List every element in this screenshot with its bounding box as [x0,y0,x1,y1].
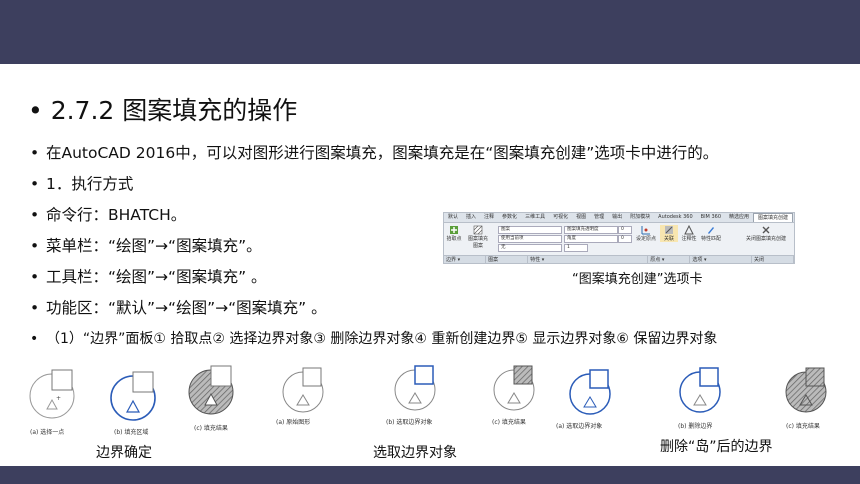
figure-remove-boundary: (b) 删除边界 [678,367,721,430]
figure-fill-result: (c) 填充结果 [188,365,234,432]
figure-caption: (b) 填充区域 [114,428,148,436]
figure-caption: (b) 删除边界 [678,422,712,430]
figure-caption: (c) 填充结果 [492,418,526,426]
figure-caption: (a) 选取边界对象 [556,422,602,430]
figure-caption: (a) 选择一点 [30,428,64,436]
caption-select-boundary: 选取边界对象 [373,445,457,461]
figure-caption: (b) 选取边界对象 [386,418,432,426]
figure-caption: (c) 填充结果 [194,424,228,432]
figure-caption: (a) 原始图形 [276,418,310,426]
figure-caption: (c) 填充结果 [786,422,820,430]
footer-bar [0,466,860,484]
caption-boundary-determine: 边界确定 [96,445,152,461]
figure-select-boundary: (b) 选取边界对象 [386,365,436,426]
figure-fill-region: (b) 填充区域 [110,371,156,436]
hatch-figures: + (a) 选择一点 (b) 填充区域 (c) 填充结果 (a) 原始图形 (b… [29,365,827,436]
figure-original: (a) 原始图形 [276,367,324,426]
figure-boundary-selected: (a) 选取边界对象 [556,369,611,430]
caption-remove-island: 删除“岛”后的边界 [660,439,773,455]
figure-remove-result: (c) 填充结果 [785,367,827,430]
figure-select-result: (c) 填充结果 [492,365,535,426]
figure-pick-point: + (a) 选择一点 [29,369,75,436]
svg-text:+: + [56,395,61,402]
